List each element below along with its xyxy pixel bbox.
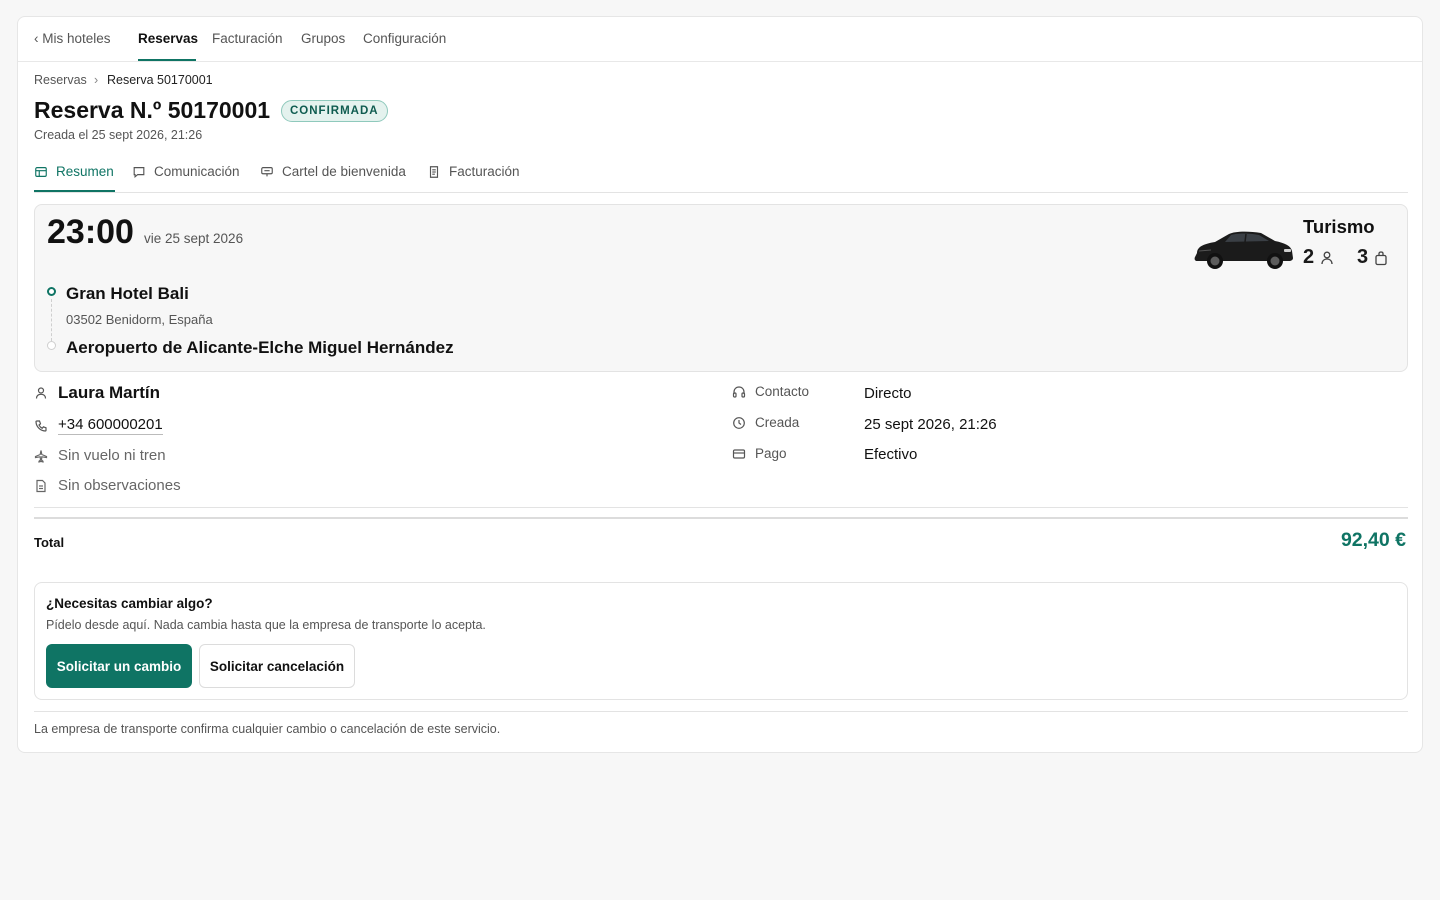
invoice-icon xyxy=(429,165,439,178)
divider xyxy=(34,507,1408,508)
section-tabs: Resumen Comunicación Cartel de bienvenid… xyxy=(34,157,1408,193)
tab-comunicacion[interactable]: Comunicación xyxy=(132,164,240,179)
tab-cartel-bienvenida[interactable]: Cartel de bienvenida xyxy=(260,164,406,179)
luggage-count-value: 3 xyxy=(1357,246,1369,268)
chat-icon xyxy=(133,166,145,178)
car-icon xyxy=(1194,231,1293,269)
plane-icon xyxy=(34,449,48,463)
guest-phone-link[interactable]: +34 600000201 xyxy=(58,416,163,435)
person-icon xyxy=(1321,251,1333,264)
payment-value: Efectivo xyxy=(864,446,918,463)
change-request-box: ¿Necesitas cambiar algo? Pídelo desde aq… xyxy=(34,582,1408,700)
active-nav-indicator xyxy=(138,59,196,61)
tab-cartel-label: Cartel de bienvenida xyxy=(282,164,406,179)
back-to-hotels-link[interactable]: ‹ Mis hoteles xyxy=(34,31,111,46)
sign-icon xyxy=(261,166,273,176)
flight-info: Sin vuelo ni tren xyxy=(58,447,166,464)
origin-address: 03502 Benidorm, España xyxy=(66,312,213,327)
document-icon xyxy=(36,479,46,492)
tab-resumen-label: Resumen xyxy=(56,164,114,179)
change-title: ¿Necesitas cambiar algo? xyxy=(46,596,213,611)
nav-configuracion[interactable]: Configuración xyxy=(363,31,446,46)
route-line xyxy=(51,299,52,341)
active-tab-indicator xyxy=(34,190,115,192)
nav-grupos[interactable]: Grupos xyxy=(301,31,345,46)
created-value: 25 sept 2026, 21:26 xyxy=(864,416,997,433)
tab-facturacion-label: Facturación xyxy=(449,164,520,179)
created-date: Creada el 25 sept 2026, 21:26 xyxy=(34,128,203,142)
tab-comunicacion-label: Comunicación xyxy=(154,164,240,179)
payment-label-row: Pago xyxy=(732,446,787,461)
trip-card: 23:00 vie 25 sept 2026 Gran Hotel Bali 0… xyxy=(34,204,1408,372)
request-change-button[interactable]: Solicitar un cambio xyxy=(46,644,192,688)
origin-name: Gran Hotel Bali xyxy=(66,284,189,303)
change-description: Pídelo desde aquí. Nada cambia hasta que… xyxy=(46,618,486,632)
breadcrumb-separator: › xyxy=(94,73,99,87)
total-amount: 92,40 € xyxy=(1340,529,1406,551)
booking-panel: ‹ Mis hoteles Reservas Facturación Grupo… xyxy=(17,16,1423,753)
passenger-count: 2 xyxy=(1303,246,1334,269)
created-label: Creada xyxy=(755,415,800,430)
guest-name-row: Laura Martín xyxy=(34,383,160,403)
origin-marker-icon xyxy=(47,287,56,296)
luggage-count: 3 xyxy=(1357,246,1388,269)
page-title: Reserva N.º 50170001 xyxy=(34,97,271,123)
divider xyxy=(34,711,1408,712)
created-label-row: Creada xyxy=(732,415,799,430)
tab-resumen[interactable]: Resumen xyxy=(34,164,114,179)
vehicle-type: Turismo xyxy=(1303,216,1375,237)
nav-reservas[interactable]: Reservas xyxy=(138,31,198,46)
bag-icon xyxy=(1375,250,1387,265)
guest-phone-row: +34 600000201 xyxy=(34,416,163,435)
request-cancellation-button[interactable]: Solicitar cancelación xyxy=(199,644,355,688)
pickup-date: vie 25 sept 2026 xyxy=(144,231,244,246)
destination-name: Aeropuerto de Alicante-Elche Miguel Hern… xyxy=(66,338,454,357)
notes-row: Sin observaciones xyxy=(34,477,181,494)
pickup-time: 23:00 xyxy=(47,213,134,251)
footer-note: La empresa de transporte confirma cualqu… xyxy=(34,722,501,736)
summary-icon xyxy=(35,166,47,177)
breadcrumb-reservas[interactable]: Reservas xyxy=(34,73,87,87)
payment-label: Pago xyxy=(755,446,787,461)
clock-icon xyxy=(733,416,745,429)
breadcrumb-current: Reserva 50170001 xyxy=(107,73,213,87)
top-nav: ‹ Mis hoteles Reservas Facturación Grupo… xyxy=(18,17,1422,62)
notes-info: Sin observaciones xyxy=(58,477,181,494)
contact-value: Directo xyxy=(864,385,912,402)
flight-row: Sin vuelo ni tren xyxy=(34,447,166,464)
contact-label-row: Contacto xyxy=(732,384,809,399)
phone-icon xyxy=(35,419,47,432)
contact-label: Contacto xyxy=(755,384,810,399)
destination-marker-icon xyxy=(47,341,56,350)
status-badge: CONFIRMADA xyxy=(281,100,388,122)
nav-facturacion[interactable]: Facturación xyxy=(212,31,283,46)
person-icon xyxy=(35,387,47,399)
divider xyxy=(34,517,1408,519)
card-icon xyxy=(732,448,746,459)
passenger-count-value: 2 xyxy=(1303,246,1315,268)
headset-icon xyxy=(732,385,746,398)
total-label: Total xyxy=(34,535,65,550)
tab-facturacion[interactable]: Facturación xyxy=(427,164,520,179)
guest-name: Laura Martín xyxy=(58,383,161,402)
